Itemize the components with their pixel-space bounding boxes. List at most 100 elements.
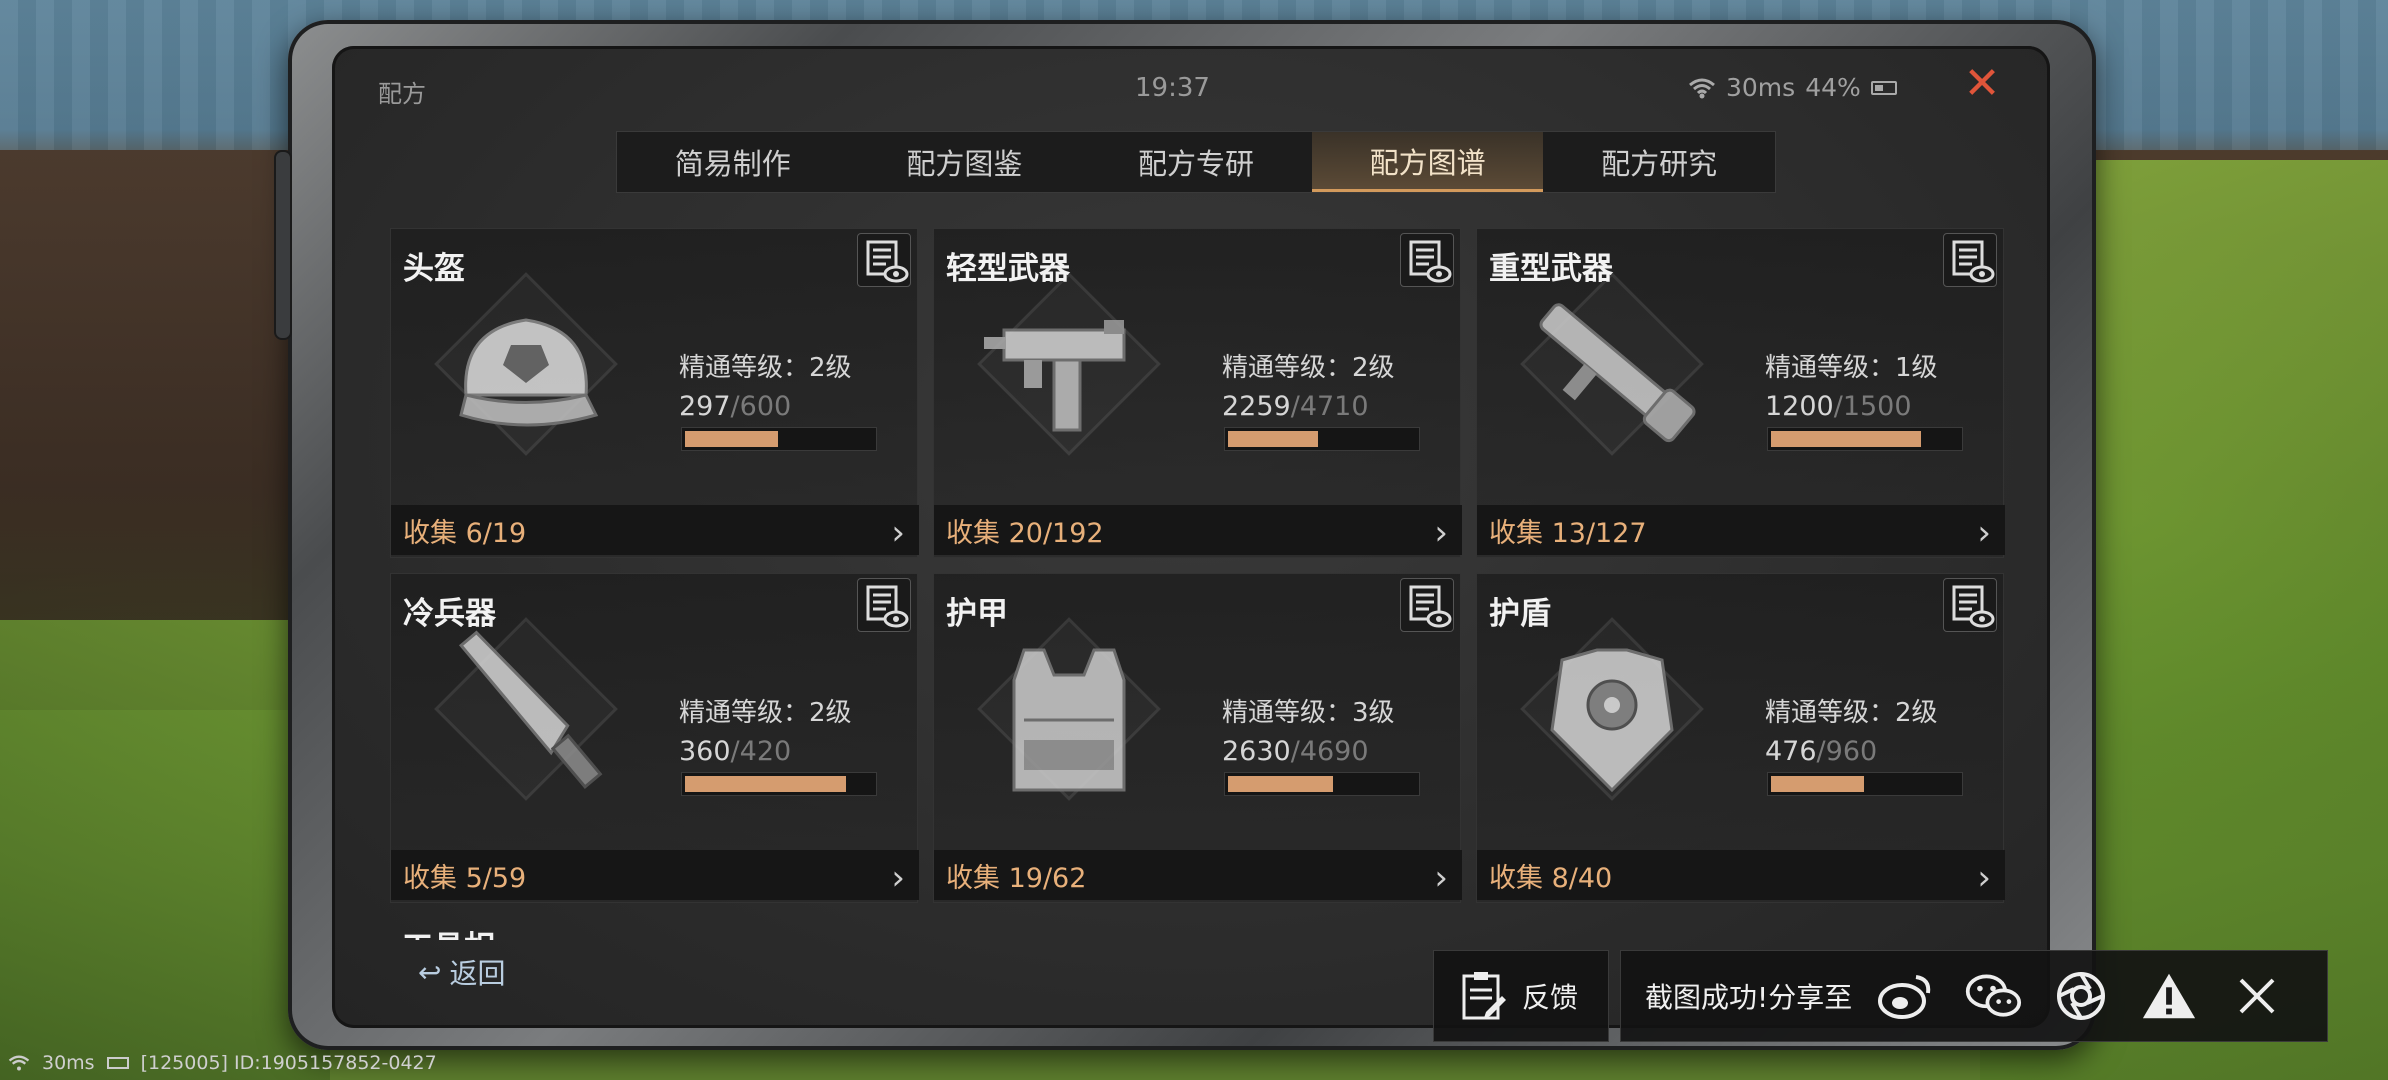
collect-row[interactable]: 收集 20/192 ›	[934, 505, 1462, 555]
cap-icon	[459, 318, 599, 427]
category-card-armor[interactable]: 护甲 精通等级：3级 2630/4690 收集 19/62 ›	[933, 573, 1462, 903]
progress-bar	[1224, 427, 1420, 451]
wifi-icon	[1689, 78, 1715, 98]
view-list-icon[interactable]	[857, 233, 911, 287]
close-share-icon[interactable]	[2228, 967, 2286, 1025]
mastery-level: 精通等级：2级	[679, 353, 852, 383]
feedback-label: 反馈	[1522, 981, 1579, 1014]
progress-text: 297/600	[679, 391, 791, 422]
progress-max: /600	[730, 391, 792, 422]
tab-recipe-research[interactable]: 配方研究	[1543, 132, 1775, 192]
progress-max: /420	[730, 736, 792, 767]
battery-text: 44%	[1805, 73, 1861, 102]
progress-current: 2630	[1222, 736, 1291, 767]
tab-recipe-catalog[interactable]: 配方图鉴	[849, 132, 1081, 192]
back-arrow-icon: ↩	[418, 955, 442, 989]
progress-text: 360/420	[679, 736, 791, 767]
collect-text: 收集 13/127	[1489, 517, 1647, 549]
progress-fill	[1228, 776, 1333, 792]
progress-fill	[685, 431, 778, 447]
machete-icon	[458, 630, 603, 789]
tablet-clip	[274, 150, 292, 340]
category-card-light-weapons[interactable]: 轻型武器 精通等级：2级 2259/4710 收集 20/192 ›	[933, 228, 1462, 558]
view-list-icon[interactable]	[1943, 578, 1997, 632]
progress-fill	[685, 776, 846, 792]
footer-ping: 30ms	[42, 1052, 95, 1074]
progress-text: 2630/4690	[1222, 736, 1369, 767]
progress-current: 2259	[1222, 391, 1291, 422]
vest-icon	[1012, 648, 1126, 792]
progress-bar	[1224, 772, 1420, 796]
category-card-helmet[interactable]: 头盔 精通等级：2级 297/600 收集 6/19 ›	[390, 228, 919, 558]
progress-max: /1500	[1833, 391, 1912, 422]
tab-recipe-study[interactable]: 配方专研	[1080, 132, 1312, 192]
back-button[interactable]: ↩ 返回	[418, 952, 505, 992]
view-list-icon[interactable]	[1400, 233, 1454, 287]
mastery-level: 精通等级：1级	[1765, 353, 1938, 383]
share-label: 截图成功!分享至	[1645, 981, 1853, 1014]
category-card-shield[interactable]: 护盾 精通等级：2级 476/960 收集 8/40 ›	[1476, 573, 2005, 903]
smg-icon	[984, 320, 1126, 432]
mastery-level: 精通等级：2级	[679, 698, 852, 728]
close-button[interactable]: ✕	[1962, 62, 2002, 106]
tab-recipe-map[interactable]: 配方图谱	[1311, 132, 1544, 192]
clock: 19:37	[1135, 73, 1210, 103]
progress-text: 1200/1500	[1765, 391, 1912, 422]
collect-row[interactable]: 收集 19/62 ›	[934, 850, 1462, 900]
progress-bar	[1767, 427, 1963, 451]
mastery-level: 精通等级：2级	[1222, 353, 1395, 383]
chevron-right-icon: ›	[1434, 858, 1448, 898]
progress-current: 360	[679, 736, 731, 767]
category-card-partial[interactable]: 工具相	[390, 918, 918, 940]
progress-text: 2259/4710	[1222, 391, 1369, 422]
view-list-icon[interactable]	[857, 578, 911, 632]
battery-icon	[1870, 80, 1897, 95]
shield-armor-icon	[1550, 648, 1674, 793]
progress-bar	[681, 427, 877, 451]
collect-text: 收集 5/59	[403, 862, 527, 894]
chevron-right-icon: ›	[891, 513, 905, 553]
ping-text: 30ms	[1726, 73, 1796, 102]
view-list-icon[interactable]	[1943, 233, 1997, 287]
progress-max: /960	[1816, 736, 1878, 767]
background-grass-left	[0, 620, 330, 1080]
progress-text: 476/960	[1765, 736, 1877, 767]
progress-bar	[1767, 772, 1963, 796]
progress-current: 297	[679, 391, 731, 422]
chevron-right-icon: ›	[1977, 858, 1991, 898]
footer-battery-icon	[106, 1057, 129, 1069]
progress-bar	[681, 772, 877, 796]
category-card-heavy-weapons[interactable]: 重型武器 精通等级：1级 1200/1500 收集 13/127 ›	[1476, 228, 2005, 558]
chevron-right-icon: ›	[891, 858, 905, 898]
view-list-icon[interactable]	[1400, 578, 1454, 632]
tab-simple-craft[interactable]: 简易制作	[617, 132, 849, 192]
collect-row[interactable]: 收集 5/59 ›	[391, 850, 919, 900]
category-card-melee[interactable]: 冷兵器 精通等级：2级 360/420 收集 5/59 ›	[390, 573, 919, 903]
mastery-level: 精通等级：2级	[1765, 698, 1938, 728]
feedback-button[interactable]: 反馈	[1433, 950, 1609, 1042]
collect-text: 收集 8/40	[1489, 862, 1613, 894]
status-indicators: 30ms 44%	[1688, 73, 1897, 102]
weibo-icon[interactable]	[1876, 967, 1934, 1025]
progress-fill	[1771, 431, 1921, 447]
collect-text: 收集 19/62	[946, 862, 1087, 894]
chevron-right-icon: ›	[1434, 513, 1448, 553]
collect-row[interactable]: 收集 6/19 ›	[391, 505, 919, 555]
card-title: 工具相	[402, 922, 495, 940]
progress-max: /4690	[1290, 736, 1369, 767]
rocket-launcher-icon	[1539, 303, 1696, 443]
collect-text: 收集 6/19	[403, 517, 527, 549]
wifi-small-icon	[8, 1055, 30, 1071]
feedback-icon	[1462, 972, 1506, 1020]
progress-fill	[1228, 431, 1318, 447]
progress-fill	[1771, 776, 1864, 792]
wechat-icon[interactable]	[1964, 967, 2022, 1025]
warning-icon[interactable]	[2140, 967, 2198, 1025]
progress-current: 1200	[1765, 391, 1834, 422]
camera-aperture-icon[interactable]	[2052, 967, 2110, 1025]
collect-row[interactable]: 收集 8/40 ›	[1477, 850, 2005, 900]
game-scene: 配方 19:37 30ms 44% ✕ 简易制作 配方图鉴 配方专研 配方图谱 …	[0, 0, 2388, 1080]
collect-row[interactable]: 收集 13/127 ›	[1477, 505, 2005, 555]
share-icons	[1876, 967, 2286, 1025]
footer-info: 30ms [125005] ID:1905157852-0427	[8, 1052, 437, 1074]
